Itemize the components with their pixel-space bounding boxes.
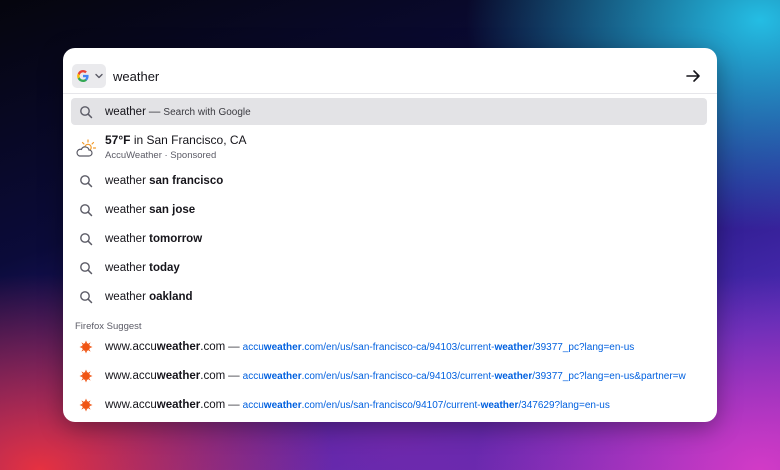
search-suggestion-row[interactable]: weather oakland [71, 283, 707, 310]
search-suggestion-row[interactable]: weather san francisco [71, 167, 707, 194]
search-suggestion-row[interactable]: weather — Search with Google [71, 98, 707, 125]
arrow-right-icon[interactable] [684, 67, 702, 85]
suggestion-completion: san francisco [149, 174, 224, 187]
suggestion-term: weather [105, 105, 146, 118]
accuweather-favicon-icon [79, 340, 93, 353]
weather-location: in San Francisco, CA [130, 133, 247, 147]
firefox-suggest-row[interactable]: www.accuweather.com — accuweather.com/en/u… [71, 391, 707, 418]
search-icon [80, 174, 93, 187]
separator-dash: — [228, 369, 240, 382]
chevron-down-icon [95, 73, 103, 79]
search-action-label: Search with Google [163, 106, 251, 118]
search-icon [80, 203, 93, 216]
weather-suggestion-row[interactable]: 57°F in San Francisco, CA AccuWeather · … [71, 130, 707, 166]
search-icon [80, 105, 93, 118]
suggestion-completion: san jose [149, 203, 196, 216]
site-name: www.accuweather.com [105, 398, 226, 411]
suggestion-prefix: weather [105, 203, 150, 216]
divider [63, 93, 717, 94]
separator-dash: — [228, 398, 240, 411]
suggest-url: accuweather.com/en/us/san-francisco/9410… [242, 399, 610, 411]
suggest-url: accuweather.com/en/us/san-francisco-ca/9… [242, 341, 635, 353]
search-icon [80, 232, 93, 245]
accuweather-favicon-icon [79, 398, 93, 411]
suggestion-prefix: weather [105, 174, 150, 187]
search-icon [80, 290, 93, 303]
separator-dash: — [228, 340, 240, 353]
suggestion-completion: oakland [149, 290, 193, 303]
weather-provider: AccuWeather · Sponsored [105, 150, 217, 161]
partly-cloudy-icon [76, 139, 97, 157]
suggest-url: accuweather.com/en/us/san-francisco-ca/9… [242, 370, 686, 382]
suggestion-prefix: weather [105, 290, 150, 303]
weather-temp: 57°F [105, 133, 131, 147]
site-name: www.accuweather.com [105, 369, 226, 382]
url-input[interactable] [111, 66, 675, 88]
firefox-suggest-label: Firefox Suggest [75, 321, 142, 332]
separator-dash: — [148, 105, 161, 118]
firefox-suggest-row[interactable]: www.accuweather.com — accuweather.com/en/u… [71, 362, 707, 389]
suggestion-prefix: weather [105, 261, 150, 274]
address-bar-dropdown: weather—Search with Google 57°F in San F… [63, 48, 717, 422]
firefox-suggest-row[interactable]: www.accuweather.com — accuweather.com/en/u… [71, 333, 707, 360]
suggestion-completion: tomorrow [149, 232, 203, 245]
search-icon [80, 261, 93, 274]
google-g-icon [77, 69, 89, 82]
accuweather-favicon-icon [79, 369, 93, 382]
site-name: www.accuweather.com [105, 340, 226, 353]
search-suggestion-row[interactable]: weather san jose [71, 196, 707, 223]
search-engine-button[interactable] [72, 64, 106, 88]
suggestion-completion: today [149, 261, 180, 274]
suggestion-prefix: weather [105, 232, 150, 245]
weather-title: 57°F in San Francisco, CA [105, 133, 247, 147]
search-suggestion-row[interactable]: weather tomorrow [71, 225, 707, 252]
search-suggestion-row[interactable]: weather today [71, 254, 707, 281]
